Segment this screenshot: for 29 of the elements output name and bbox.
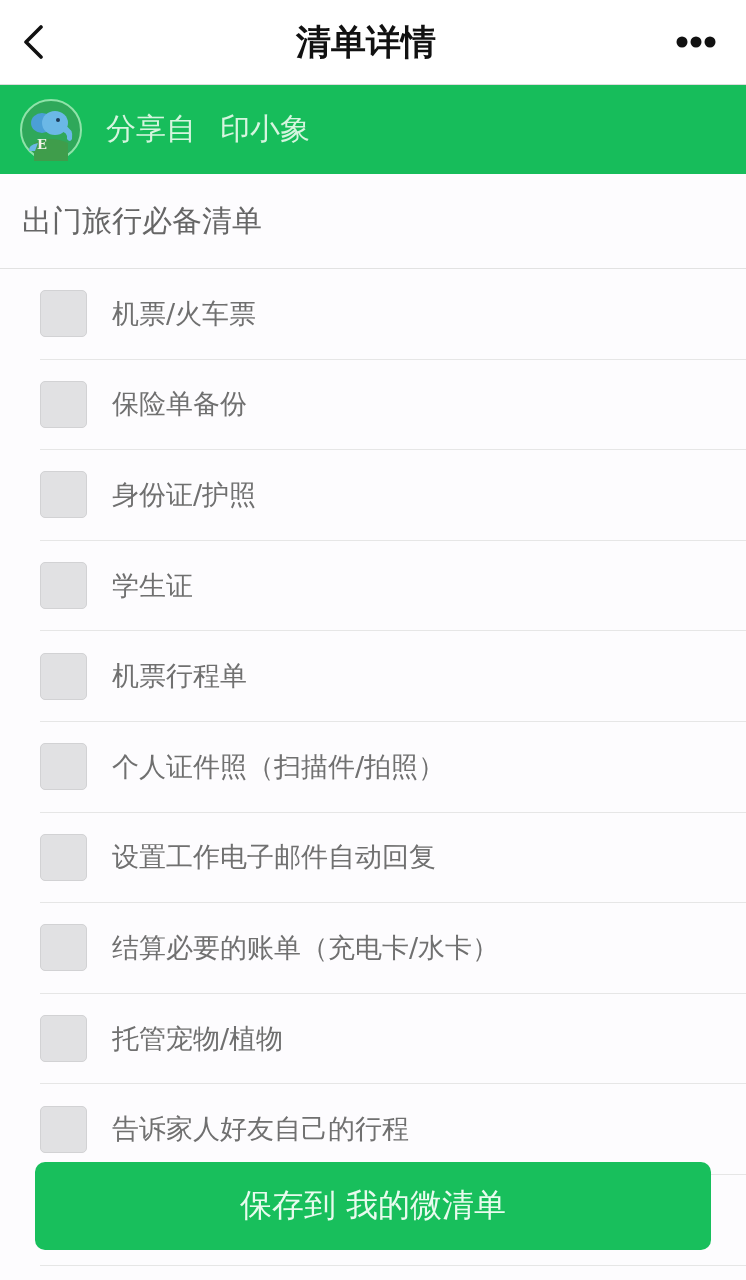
save-button[interactable]: 保存到 我的微清单 [35, 1162, 711, 1250]
elephant-avatar-icon [20, 98, 82, 161]
item-label: 托管宠物/植物 [112, 1021, 284, 1056]
item-label: 机票/火车票 [112, 296, 257, 331]
checkbox[interactable] [40, 290, 87, 338]
checkbox[interactable] [40, 743, 87, 791]
item-label: 身份证/护照 [112, 478, 257, 512]
avatar-letter: E [37, 137, 47, 152]
list-title: 出门旅行必备清单 [22, 201, 262, 240]
item-label: 学生证 [112, 568, 193, 603]
item-label: 告诉家人好友自己的行程 [112, 1112, 409, 1147]
checkbox[interactable] [40, 562, 87, 610]
item-label: 保险单备份 [112, 387, 247, 422]
item-label: 个人证件照（扫描件/拍照） [112, 749, 446, 784]
checkbox[interactable] [40, 471, 87, 519]
item-label: 设置工作电子邮件自动回复 [112, 840, 436, 875]
item-label: 机票行程单 [112, 659, 247, 694]
checkbox[interactable] [40, 380, 87, 428]
more-icon[interactable] [676, 36, 716, 48]
page-title: 清单详情 [296, 20, 436, 64]
share-label: 分享自 [106, 110, 196, 148]
share-source: 印小象 [220, 110, 310, 148]
back-icon[interactable] [22, 25, 44, 59]
checkbox[interactable] [40, 1015, 87, 1063]
checkbox[interactable] [40, 652, 87, 700]
checkbox[interactable] [40, 833, 87, 881]
item-label: 结算必要的账单（充电卡/水卡） [112, 930, 500, 965]
checkbox[interactable] [40, 924, 87, 972]
checkbox[interactable] [40, 1105, 87, 1153]
